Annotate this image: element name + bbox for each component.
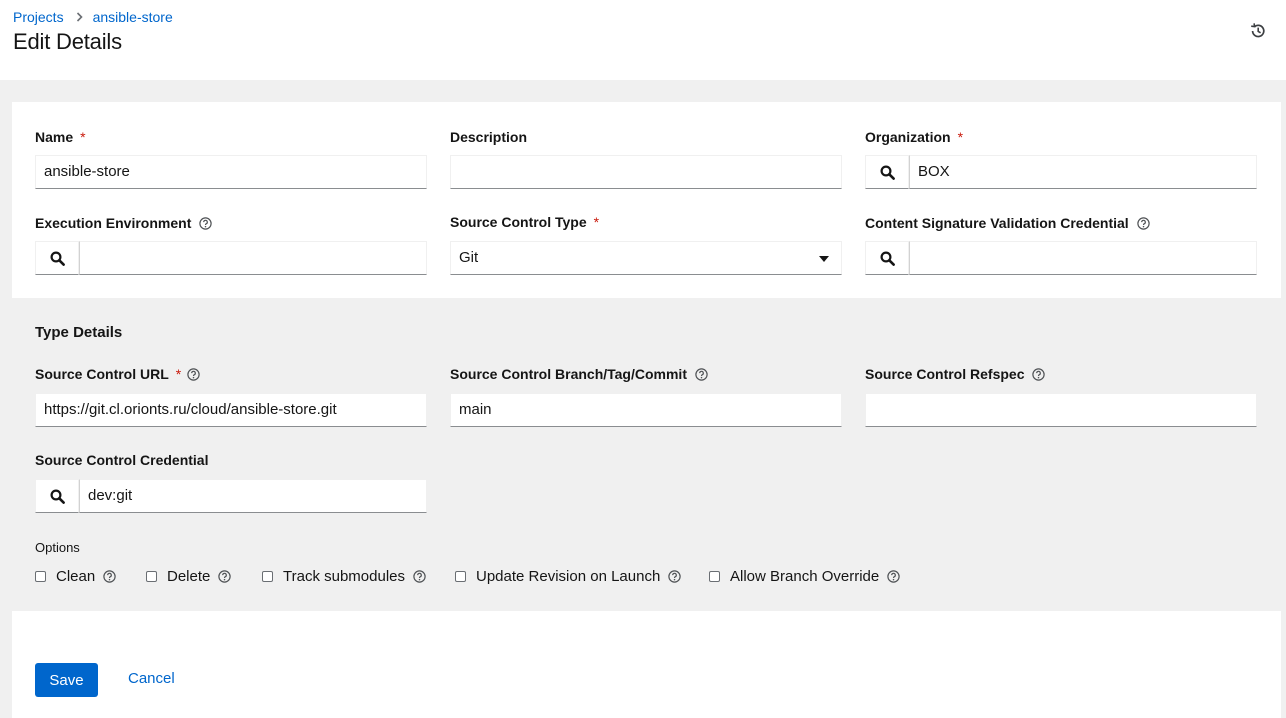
- scm-branch-label-text: Source Control Branch/Tag/Commit: [450, 366, 687, 382]
- required-marker: *: [957, 129, 964, 145]
- scm-refspec-label-text: Source Control Refspec: [865, 366, 1025, 382]
- name-input[interactable]: ansible-store: [35, 155, 427, 189]
- question-circle-icon[interactable]: [187, 367, 200, 381]
- content-signature-label-text: Content Signature Validation Credential: [865, 215, 1129, 231]
- required-marker: *: [593, 214, 600, 230]
- source-control-type-select[interactable]: Git: [450, 241, 842, 275]
- breadcrumb-projects-link[interactable]: Projects: [13, 9, 64, 25]
- track-submodules-checkbox[interactable]: [262, 571, 273, 582]
- question-circle-icon[interactable]: [1137, 216, 1150, 230]
- options-label: Options: [35, 540, 80, 555]
- name-label: Name *: [35, 129, 86, 145]
- history-icon[interactable]: [1247, 20, 1269, 42]
- page-header: Projects ansible-store Edit Details: [0, 0, 1286, 80]
- scm-credential-input[interactable]: dev:git: [79, 479, 427, 513]
- search-icon[interactable]: [865, 155, 909, 189]
- scm-url-label-text: Source Control URL: [35, 366, 169, 382]
- search-icon[interactable]: [35, 479, 79, 513]
- option-update-revision[interactable]: Update Revision on Launch: [455, 568, 681, 585]
- delete-checkbox[interactable]: [146, 571, 157, 582]
- content-signature-label: Content Signature Validation Credential: [865, 215, 1150, 231]
- required-marker: *: [80, 129, 86, 145]
- content-signature-lookup: [865, 241, 1257, 275]
- scm-refspec-label: Source Control Refspec: [865, 366, 1046, 382]
- clean-checkbox[interactable]: [35, 571, 46, 582]
- option-label: Update Revision on Launch: [476, 568, 661, 585]
- content-signature-input[interactable]: [909, 241, 1257, 275]
- allow-branch-override-checkbox[interactable]: [709, 571, 720, 582]
- question-circle-icon[interactable]: [1032, 367, 1046, 381]
- chevron-right-icon: [76, 12, 83, 22]
- organization-label: Organization *: [865, 129, 963, 145]
- question-circle-icon[interactable]: [695, 367, 708, 381]
- execution-environment-input[interactable]: [79, 241, 427, 275]
- question-circle-icon[interactable]: [887, 570, 900, 583]
- question-circle-icon[interactable]: [199, 216, 213, 230]
- scm-url-input[interactable]: https://git.cl.orionts.ru/cloud/ansible-…: [35, 393, 427, 427]
- required-marker: *: [175, 366, 182, 382]
- option-label: Delete: [167, 568, 211, 585]
- scm-credential-label-text: Source Control Credential: [35, 452, 209, 468]
- organization-input[interactable]: BOX: [909, 155, 1257, 189]
- option-label: Track submodules: [283, 568, 405, 585]
- execution-environment-label-text: Execution Environment: [35, 215, 192, 231]
- scm-credential-lookup: dev:git: [35, 479, 427, 513]
- option-allow-branch-override[interactable]: Allow Branch Override: [709, 568, 900, 585]
- scm-refspec-input[interactable]: [865, 393, 1257, 427]
- question-circle-icon[interactable]: [103, 570, 116, 583]
- execution-environment-lookup: [35, 241, 427, 275]
- option-label: Allow Branch Override: [730, 568, 880, 585]
- organization-lookup: BOX: [865, 155, 1257, 189]
- save-button[interactable]: Save: [35, 663, 98, 697]
- description-label-text: Description: [450, 129, 528, 145]
- breadcrumb: Projects ansible-store: [13, 9, 173, 25]
- edit-form-card: Name * ansible-store Description Organiz…: [12, 102, 1281, 718]
- option-clean[interactable]: Clean: [35, 568, 116, 585]
- update-revision-checkbox[interactable]: [455, 571, 466, 582]
- scm-branch-input[interactable]: main: [450, 393, 842, 427]
- cancel-button[interactable]: Cancel: [128, 670, 175, 687]
- page-title: Edit Details: [13, 29, 122, 54]
- source-control-type-label-text: Source Control Type: [450, 214, 587, 230]
- type-details-title: Type Details: [35, 324, 123, 341]
- scm-url-label: Source Control URL *: [35, 366, 200, 382]
- search-icon[interactable]: [35, 241, 79, 275]
- breadcrumb-current-link[interactable]: ansible-store: [93, 9, 173, 25]
- caret-down-icon: [819, 256, 829, 262]
- description-label: Description: [450, 129, 527, 145]
- scm-branch-label: Source Control Branch/Tag/Commit: [450, 366, 708, 382]
- search-icon[interactable]: [865, 241, 909, 275]
- name-label-text: Name: [35, 129, 74, 145]
- source-control-type-label: Source Control Type *: [450, 214, 599, 230]
- question-circle-icon[interactable]: [218, 570, 232, 583]
- scm-credential-label: Source Control Credential: [35, 452, 208, 468]
- option-label: Clean: [56, 568, 96, 585]
- organization-label-text: Organization: [865, 129, 951, 145]
- execution-environment-label: Execution Environment: [35, 215, 213, 231]
- source-control-type-value: Git: [459, 249, 479, 266]
- question-circle-icon[interactable]: [668, 570, 681, 583]
- option-track-submodules[interactable]: Track submodules: [262, 568, 426, 585]
- question-circle-icon[interactable]: [413, 570, 426, 583]
- option-delete[interactable]: Delete: [146, 568, 232, 585]
- description-input[interactable]: [450, 155, 842, 189]
